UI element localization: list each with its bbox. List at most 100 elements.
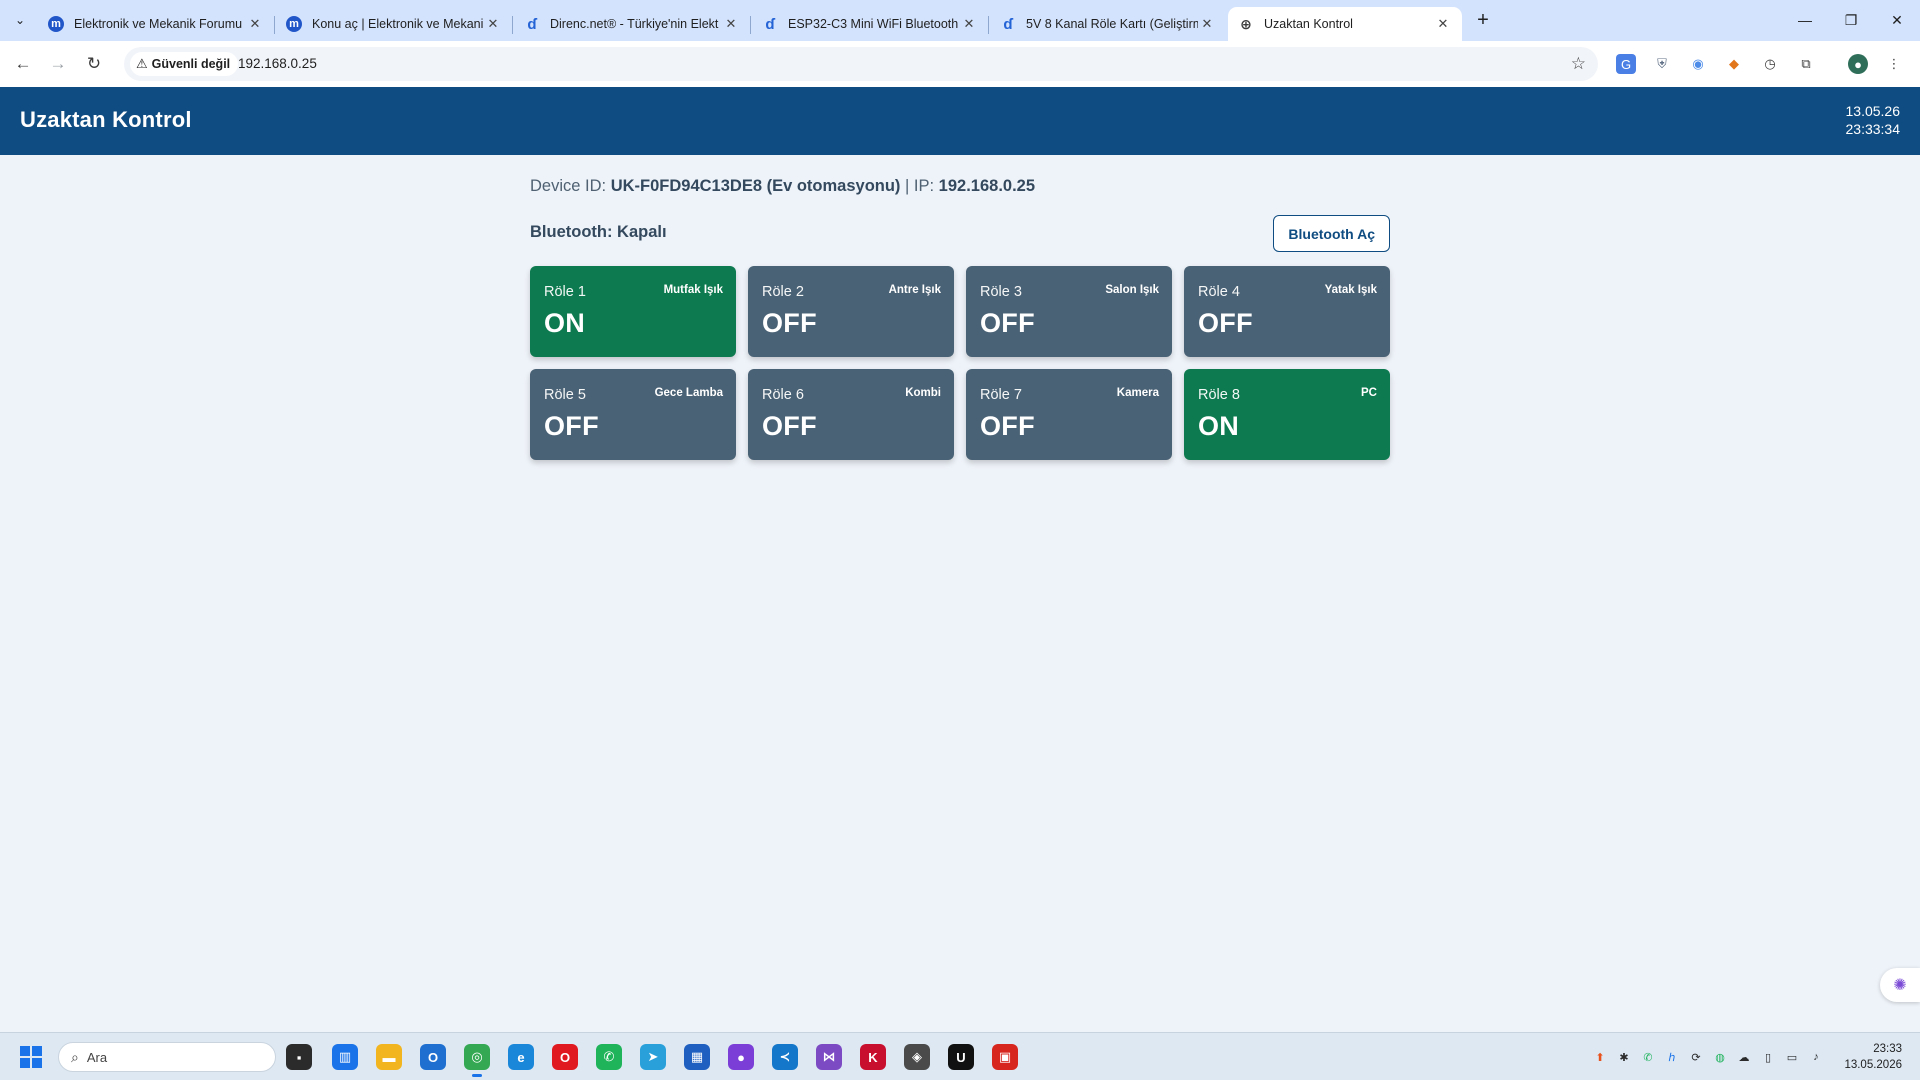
windows-start-icon[interactable] bbox=[20, 1046, 42, 1068]
close-icon[interactable]: ✕ bbox=[1198, 16, 1216, 32]
task-view-icon[interactable]: ▪ bbox=[286, 1044, 312, 1070]
unity-icon[interactable]: ◈ bbox=[904, 1044, 930, 1070]
vscode-icon[interactable]: ≺ bbox=[772, 1044, 798, 1070]
relay-card[interactable]: Röle 5 Gece Lamba OFF bbox=[530, 369, 736, 460]
outlook-icon[interactable]: O bbox=[420, 1044, 446, 1070]
relay-label: Yatak Işık bbox=[1324, 284, 1377, 296]
page-title: Uzaktan Kontrol bbox=[20, 107, 192, 132]
relay-label: Kamera bbox=[1116, 387, 1159, 399]
network-status-icon[interactable]: ◍ bbox=[1712, 1049, 1728, 1065]
address-bar[interactable]: ⚠ Güvenli değil 192.168.0.25 ☆ bbox=[124, 47, 1598, 81]
kicad-icon[interactable]: K bbox=[860, 1044, 886, 1070]
direnc-icon: ɗ bbox=[765, 15, 775, 33]
system-clock[interactable]: 23:33 13.05.2026 bbox=[1844, 1041, 1902, 1073]
relay-state: OFF bbox=[762, 308, 817, 338]
close-icon[interactable]: ✕ bbox=[246, 16, 264, 32]
back-arrow-icon[interactable]: ← bbox=[9, 51, 37, 77]
relay-label: Gece Lamba bbox=[654, 387, 723, 399]
profile-avatar[interactable]: ● bbox=[1848, 54, 1868, 74]
new-tab-plus-icon[interactable]: + bbox=[1470, 8, 1496, 34]
github-desktop-icon[interactable]: ● bbox=[728, 1044, 754, 1070]
lens-extension-icon[interactable]: ◉ bbox=[1688, 54, 1708, 74]
unreal-icon[interactable]: U bbox=[948, 1044, 974, 1070]
relay-card[interactable]: Röle 6 Kombi OFF bbox=[748, 369, 954, 460]
edge-icon[interactable]: e bbox=[508, 1044, 534, 1070]
device-id: UK-F0FD94C13DE8 (Ev otomasyonu) bbox=[610, 177, 901, 195]
bookmark-star-icon[interactable]: ☆ bbox=[1571, 54, 1586, 74]
reload-icon[interactable]: ↻ bbox=[80, 51, 108, 77]
usb-icon[interactable]: ▯ bbox=[1760, 1049, 1776, 1065]
relay-label: Mutfak Işık bbox=[663, 284, 723, 296]
whatsapp-tray-icon[interactable]: ✆ bbox=[1640, 1049, 1656, 1065]
widgets-icon[interactable]: ▥ bbox=[332, 1044, 358, 1070]
search-icon: ⌕ bbox=[71, 1048, 79, 1065]
hp-tray-icon[interactable]: ℎ bbox=[1664, 1049, 1680, 1065]
app-header: Uzaktan Kontrol 13.05.26 23:33:34 bbox=[0, 87, 1920, 155]
close-icon[interactable]: ✕ bbox=[1434, 16, 1452, 32]
tab-search-chevron-icon[interactable]: ⌄ bbox=[8, 8, 32, 32]
url-text[interactable]: 192.168.0.25 bbox=[238, 56, 317, 71]
relay-name: Röle 8 bbox=[1198, 387, 1240, 403]
relay-card[interactable]: Röle 3 Salon Işık OFF bbox=[966, 266, 1172, 357]
jetbrains-icon[interactable]: ▣ bbox=[992, 1044, 1018, 1070]
relay-card[interactable]: Röle 7 Kamera OFF bbox=[966, 369, 1172, 460]
relay-card[interactable]: Röle 1 Mutfak Işık ON bbox=[530, 266, 736, 357]
bluetooth-status: Bluetooth: Kapalı bbox=[530, 223, 667, 241]
relay-state: OFF bbox=[980, 411, 1035, 441]
visual-studio-icon[interactable]: ⋈ bbox=[816, 1044, 842, 1070]
relay-label: Salon Işık bbox=[1105, 284, 1159, 296]
relay-label: PC bbox=[1361, 387, 1377, 399]
close-icon[interactable]: ✕ bbox=[960, 16, 978, 32]
translate-extension-icon[interactable]: G bbox=[1616, 54, 1636, 74]
volume-icon[interactable]: ♪ bbox=[1808, 1049, 1824, 1065]
relay-label: Antre Işık bbox=[888, 284, 941, 296]
relay-card[interactable]: Röle 2 Antre Işık OFF bbox=[748, 266, 954, 357]
extensions-puzzle-icon[interactable]: ⧉ bbox=[1796, 54, 1816, 74]
sync-tray-icon[interactable]: ⟳ bbox=[1688, 1049, 1704, 1065]
header-clock: 13.05.26 23:33:34 bbox=[1846, 102, 1901, 138]
close-window-icon[interactable]: ✕ bbox=[1874, 6, 1920, 34]
display-icon[interactable]: ▭ bbox=[1784, 1049, 1800, 1065]
file-explorer-icon[interactable]: ▬ bbox=[376, 1044, 402, 1070]
device-ip: 192.168.0.25 bbox=[938, 177, 1036, 195]
taskbar-search[interactable]: ⌕ Ara bbox=[58, 1042, 276, 1072]
opera-icon[interactable]: O bbox=[552, 1044, 578, 1070]
history-extension-icon[interactable]: ◷ bbox=[1760, 54, 1780, 74]
browser-tab[interactable]: ɗ Direnc.net® - Türkiye'nin Elekt ✕ bbox=[514, 7, 751, 41]
relay-state: OFF bbox=[544, 411, 599, 441]
browser-toolbar: ← → ↻ ⚠ Güvenli değil 192.168.0.25 ☆ G ⛨… bbox=[0, 41, 1920, 87]
relay-name: Röle 2 bbox=[762, 284, 804, 300]
cloud-icon[interactable]: ☁ bbox=[1736, 1049, 1752, 1065]
shield-extension-icon[interactable]: ⛨ bbox=[1652, 54, 1672, 74]
device-info: Device ID: UK-F0FD94C13DE8 (Ev otomasyon… bbox=[530, 177, 1036, 195]
minimize-icon[interactable]: — bbox=[1782, 6, 1828, 34]
browser-tab-active[interactable]: ⊕ Uzaktan Kontrol ✕ bbox=[1228, 7, 1462, 41]
telegram-icon[interactable]: ➤ bbox=[640, 1044, 666, 1070]
forward-arrow-icon[interactable]: → bbox=[44, 51, 72, 77]
whatsapp-icon[interactable]: ✆ bbox=[596, 1044, 622, 1070]
browser-tab[interactable]: ɗ 5V 8 Kanal Röle Kartı (Geliştirme ✕ bbox=[990, 7, 1226, 41]
security-chip[interactable]: ⚠ Güvenli değil bbox=[130, 52, 239, 76]
close-icon[interactable]: ✕ bbox=[484, 16, 502, 32]
close-icon[interactable]: ✕ bbox=[722, 16, 740, 32]
sidebar-assistant-icon[interactable]: ✺ bbox=[1880, 968, 1920, 1002]
metamask-fox-icon[interactable]: ◆ bbox=[1724, 54, 1744, 74]
browser-tab[interactable]: m Konu aç | Elektronik ve Mekanik ✕ bbox=[276, 7, 513, 41]
update-arrow-icon[interactable]: ⬆ bbox=[1592, 1049, 1608, 1065]
direnc-icon: ɗ bbox=[527, 15, 537, 33]
relay-name: Röle 6 bbox=[762, 387, 804, 403]
store-icon[interactable]: ▦ bbox=[684, 1044, 710, 1070]
restore-icon[interactable]: ❐ bbox=[1828, 6, 1874, 34]
relay-name: Röle 3 bbox=[980, 284, 1022, 300]
browser-tab[interactable]: ɗ ESP32-C3 Mini WiFi Bluetooth E ✕ bbox=[752, 7, 989, 41]
m-icon: m bbox=[48, 16, 64, 32]
header-time: 23:33:34 bbox=[1845, 121, 1901, 137]
asterisk-tray-icon[interactable]: ✱ bbox=[1616, 1049, 1632, 1065]
relay-card[interactable]: Röle 8 PC ON bbox=[1184, 369, 1390, 460]
menu-kebab-icon[interactable]: ⋮ bbox=[1884, 54, 1904, 74]
chrome-icon[interactable]: ◎ bbox=[464, 1044, 490, 1077]
bluetooth-toggle-button[interactable]: Bluetooth Aç bbox=[1273, 215, 1390, 252]
relay-state: ON bbox=[544, 308, 586, 338]
relay-card[interactable]: Röle 4 Yatak Işık OFF bbox=[1184, 266, 1390, 357]
browser-tab[interactable]: m Elektronik ve Mekanik Forumu ✕ bbox=[38, 7, 275, 41]
